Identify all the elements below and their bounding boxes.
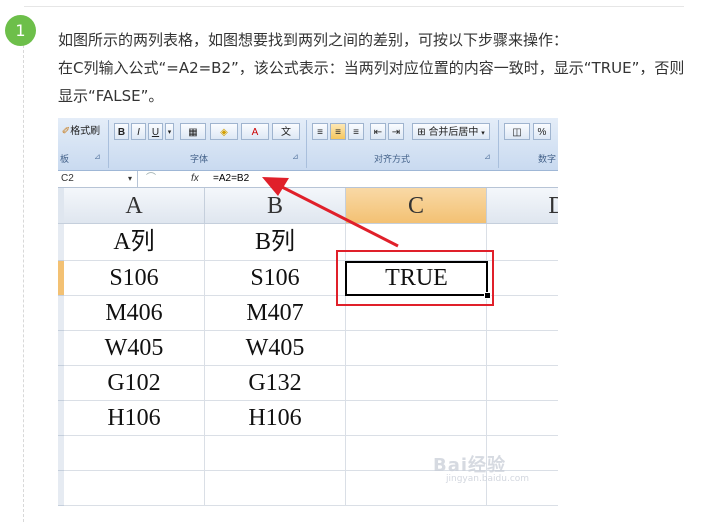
cell-b5[interactable]: G132 <box>205 366 346 401</box>
bold-button[interactable]: B <box>114 123 129 140</box>
cell-b4[interactable]: W405 <box>205 331 346 366</box>
align-center-icon: ≡ <box>335 127 341 138</box>
watermark-url: jingyan.baidu.com <box>446 474 530 484</box>
group-label-clipboard: 板 <box>60 154 70 164</box>
percent-button[interactable]: % <box>533 123 551 140</box>
cell-a3[interactable]: M406 <box>64 296 205 331</box>
column-header-a[interactable]: A <box>64 188 205 224</box>
dialog-launcher-icon[interactable]: ⊿ <box>484 152 491 161</box>
format-painter-button[interactable]: ✐格式刷 <box>58 123 104 140</box>
chevron-down-icon: ▾ <box>481 130 485 137</box>
underline-button[interactable]: U <box>148 123 163 140</box>
cell-a4[interactable]: W405 <box>64 331 205 366</box>
chevron-down-icon[interactable]: ▾ <box>128 171 132 187</box>
column-header-d[interactable]: D <box>487 188 558 224</box>
cell-d3[interactable] <box>487 296 558 331</box>
ribbon-separator <box>108 120 109 168</box>
decrease-indent-button[interactable]: ⇤ <box>370 123 386 140</box>
brush-icon: ✐ <box>61 126 71 137</box>
highlight-box <box>336 250 494 306</box>
cell-b3[interactable]: M407 <box>205 296 346 331</box>
cell-a2[interactable]: S106 <box>64 261 205 296</box>
currency-icon: ◫ <box>512 127 522 138</box>
align-right-icon: ≡ <box>353 127 359 138</box>
cell-c4[interactable] <box>346 331 487 366</box>
align-left-icon: ≡ <box>317 127 323 138</box>
instruction-line-2: 在C列输入公式“=A2=B2”，该公式表示：当两列对应位置的内容一致时，显示“T… <box>58 59 685 105</box>
accounting-format-button[interactable]: ◫ <box>504 123 530 140</box>
cell-a5[interactable]: G102 <box>64 366 205 401</box>
column-header-c[interactable]: C <box>346 188 487 224</box>
cell-d6[interactable] <box>487 401 558 436</box>
formula-input[interactable]: =A2=B2 <box>213 171 249 187</box>
cell-a8[interactable] <box>64 471 205 506</box>
fill-color-button[interactable]: ◈ <box>210 123 238 140</box>
cell-b7[interactable] <box>205 436 346 471</box>
border-button[interactable]: ▦ <box>180 123 206 140</box>
merge-icon: ⊞ <box>417 127 426 138</box>
name-box[interactable]: C2 ▾ <box>58 171 138 187</box>
dialog-launcher-icon[interactable]: ⊿ <box>94 152 101 161</box>
align-center-button[interactable]: ≡ <box>330 123 346 140</box>
column-header-b[interactable]: B <box>205 188 346 224</box>
top-divider <box>24 6 684 7</box>
indent-decrease-icon: ⇤ <box>373 127 383 138</box>
cell-b2[interactable]: S106 <box>205 261 346 296</box>
cell-d1[interactable] <box>487 224 558 261</box>
align-right-button[interactable]: ≡ <box>348 123 364 140</box>
indent-increase-icon: ⇥ <box>391 127 401 138</box>
ribbon-separator <box>306 120 307 168</box>
cell-b6[interactable]: H106 <box>205 401 346 436</box>
dialog-launcher-icon[interactable]: ⊿ <box>292 152 299 161</box>
ribbon-separator <box>498 120 499 168</box>
italic-button[interactable]: I <box>131 123 146 140</box>
font-color-button[interactable]: A <box>241 123 269 140</box>
paint-bucket-icon: ◈ <box>220 127 228 138</box>
phonetic-icon: 文 <box>281 127 291 138</box>
group-label-alignment: 对齐方式 <box>374 154 411 164</box>
cell-b1[interactable]: B列 <box>205 224 346 261</box>
formula-bar: C2 ▾ ⌒ fx =A2=B2 <box>58 171 558 188</box>
cell-d4[interactable] <box>487 331 558 366</box>
excel-screenshot: ✐格式刷 B I U ▾ ▦ ◈ A 文 ≡ ≡ ≡ ⇤ ⇥ ⊞ 合并后居中 ▾… <box>58 118 558 506</box>
step-number-badge: 1 <box>5 15 36 46</box>
instruction-line-1: 如图所示的两列表格，如图想要找到两列之间的差别，可按以下步骤来操作： <box>58 31 569 49</box>
merge-center-button[interactable]: ⊞ 合并后居中 ▾ <box>412 123 490 140</box>
border-icon: ▦ <box>188 127 198 138</box>
instruction-text: 如图所示的两列表格，如图想要找到两列之间的差别，可按以下步骤来操作： 在C列输入… <box>58 26 688 110</box>
cell-c6[interactable] <box>346 401 487 436</box>
ribbon: ✐格式刷 B I U ▾ ▦ ◈ A 文 ≡ ≡ ≡ ⇤ ⇥ ⊞ 合并后居中 ▾… <box>58 118 558 171</box>
phonetic-button[interactable]: 文 <box>272 123 300 140</box>
chevron-down-icon[interactable]: ▾ <box>165 123 174 140</box>
cell-b8[interactable] <box>205 471 346 506</box>
cell-d5[interactable] <box>487 366 558 401</box>
font-color-icon: A <box>251 127 259 138</box>
cell-a1[interactable]: A列 <box>64 224 205 261</box>
cell-a7[interactable] <box>64 436 205 471</box>
step-guide-line <box>23 40 24 522</box>
cell-a6[interactable]: H106 <box>64 401 205 436</box>
cell-d2[interactable] <box>487 261 558 296</box>
group-label-font: 字体 <box>190 154 209 164</box>
insert-function-button[interactable]: fx <box>191 171 199 187</box>
align-left-button[interactable]: ≡ <box>312 123 328 140</box>
increase-indent-button[interactable]: ⇥ <box>388 123 404 140</box>
cell-c5[interactable] <box>346 366 487 401</box>
group-label-number: 数字 <box>538 154 557 164</box>
formula-splitter-icon[interactable]: ⌒ <box>146 171 156 187</box>
